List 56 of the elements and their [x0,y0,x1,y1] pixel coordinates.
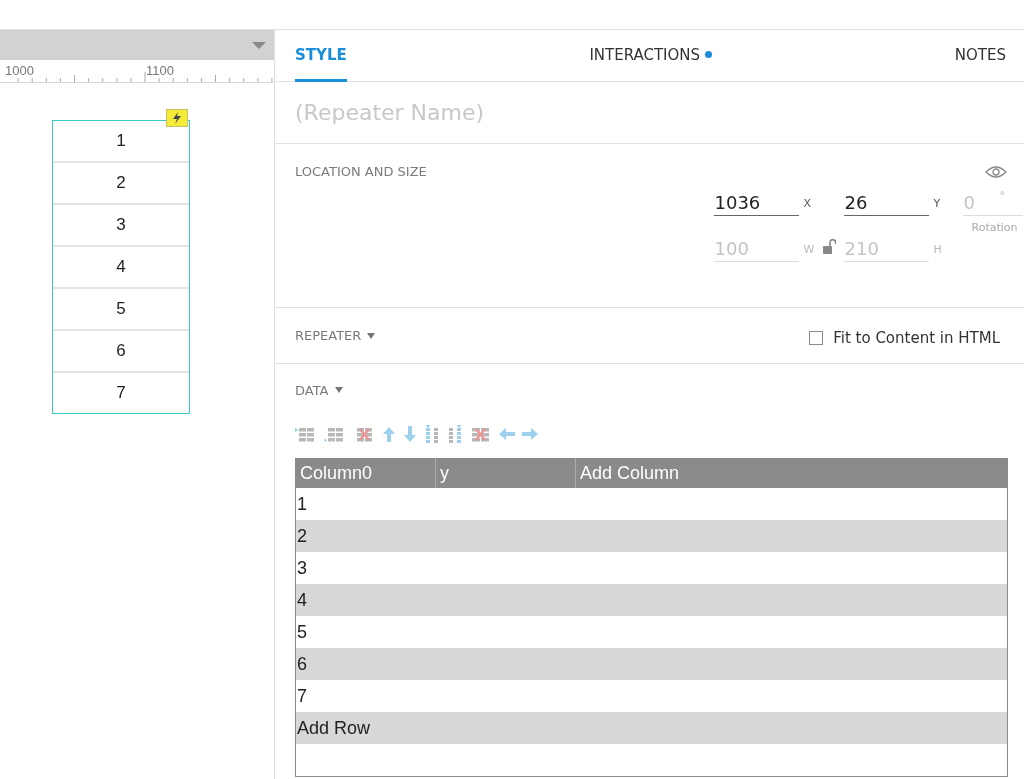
repeater-item: 5 [53,289,189,331]
section-title[interactable]: DATA [295,382,329,398]
repeater-item: 7 [115,382,127,404]
table-column-icon[interactable] [447,425,463,443]
table-delete-icon[interactable] [470,426,492,442]
caret-icon[interactable] [334,387,343,393]
number-field[interactable]: 26 [843,192,929,216]
repeater-widget[interactable]: 1 2 3 4 5 6 7 [52,120,190,414]
tab[interactable]: STYLE [295,30,347,82]
repeater-item: 2 [53,163,189,205]
right-arrow-icon[interactable] [522,428,538,440]
field-caption: Rotation [971,221,1018,234]
table-row[interactable]: 5 [296,616,1007,648]
table-row[interactable]: 4 [296,584,1007,616]
unit-label: ° [998,189,1005,202]
left-arrow-icon[interactable] [499,428,515,440]
repeater-item: 6 [53,331,189,373]
unit-label: X [802,197,813,210]
repeater-item: 4 [53,247,189,289]
checkbox-label[interactable]: Fit to Content in HTML [833,329,1000,347]
table-row[interactable]: 6 [296,648,1007,680]
unit-label: W [802,243,816,256]
unit-label: Y [932,197,942,210]
table-cell: Add Row [296,717,371,739]
table-grid-icon[interactable] [324,426,346,442]
table-row[interactable]: 3 [296,552,1007,584]
checkbox[interactable] [809,330,824,345]
lightning-icon[interactable] [166,109,188,127]
tab[interactable]: NOTES [954,30,1006,82]
section-title: LOCATION AND SIZE [295,164,427,179]
up-arrow-icon[interactable] [382,426,396,442]
unit-label: H [932,243,943,256]
table-cell: 3 [296,557,307,579]
table-column-icon[interactable] [424,425,440,443]
dropdown-caret-icon[interactable] [252,41,266,49]
table-row[interactable]: Add Row [296,712,1007,744]
table-cell: 2 [296,525,307,547]
number-field[interactable]: 1036 [713,192,799,216]
repeater-item: 3 [53,205,189,247]
table-row[interactable]: 2 [296,520,1007,552]
caret-icon[interactable] [367,332,376,339]
table-cell: 7 [296,685,307,707]
ruler-label: 1100 [146,63,174,78]
down-arrow-icon[interactable] [403,426,417,442]
table-cell: 4 [296,589,307,611]
tab[interactable]: INTERACTIONS [589,30,713,82]
table-row[interactable]: 1 [296,488,1007,520]
ruler-label: 1000 [5,63,34,78]
lock-icon[interactable] [822,239,836,254]
eye-icon[interactable] [985,164,1007,179]
section-title[interactable]: REPEATER [295,328,362,343]
table-cell: 5 [296,621,307,643]
table-cell: 1 [296,493,307,515]
table-cell: 6 [296,653,307,675]
table-row[interactable]: 7 [296,680,1007,712]
table-grid-icon[interactable] [295,426,317,442]
